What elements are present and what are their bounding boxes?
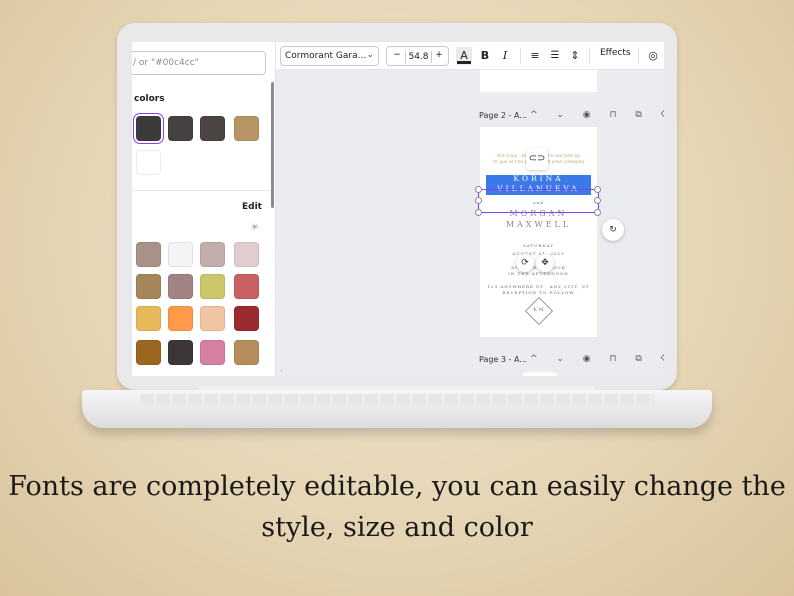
font-family-value: Cormorant Gara... bbox=[285, 51, 367, 61]
resize-handle[interactable] bbox=[594, 197, 601, 204]
text-selection-box[interactable] bbox=[478, 189, 599, 213]
bride-name-line[interactable]: KORINA bbox=[480, 174, 597, 183]
align-icon[interactable]: ≡ bbox=[528, 47, 542, 65]
page-1-preview[interactable] bbox=[480, 70, 597, 92]
page-3-controls[interactable]: ^ ⌄ ◉ ⊓ ⧉ ⌫ bbox=[530, 354, 664, 364]
resize-handle[interactable] bbox=[594, 186, 601, 193]
resize-handle[interactable] bbox=[475, 186, 482, 193]
palette-swatch[interactable] bbox=[168, 274, 193, 299]
scroll-pill[interactable] bbox=[522, 372, 558, 376]
palette-swatch[interactable] bbox=[168, 340, 193, 365]
rotate-icon[interactable]: ⟳ bbox=[516, 254, 534, 272]
palette-swatch[interactable] bbox=[168, 306, 193, 331]
animate-icon[interactable]: ◎ bbox=[646, 47, 660, 65]
font-family-dropdown[interactable]: Cormorant Gara... ⌄ bbox=[280, 46, 379, 66]
palette-edit-button[interactable]: Edit bbox=[242, 202, 262, 212]
caption: Fonts are completely editable, you can e… bbox=[0, 466, 794, 548]
color-swatch[interactable] bbox=[234, 116, 259, 141]
invitation-venue[interactable]: 123 ANYWHERE ST., ANY CITY, ST bbox=[480, 284, 597, 289]
toolbar-separator bbox=[520, 48, 521, 64]
toolbar-separator bbox=[638, 48, 639, 64]
color-swatch[interactable] bbox=[200, 116, 225, 141]
laptop-screen: / or "#00c4cc" colors Edit ✳ Cormorant G… bbox=[132, 42, 664, 376]
palette-swatch[interactable] bbox=[136, 242, 161, 267]
link-icon[interactable]: ⊂⊃ bbox=[526, 148, 548, 170]
page-3-label[interactable]: Page 3 - A... bbox=[479, 355, 527, 364]
document-colors-title: colors bbox=[134, 94, 165, 104]
panel-scrollbar[interactable] bbox=[271, 82, 274, 208]
invitation-venue[interactable]: RECEPTION TO FOLLOW bbox=[480, 290, 597, 295]
groom-name-line[interactable]: MAXWELL bbox=[480, 220, 597, 229]
move-icon[interactable]: ✥ bbox=[536, 254, 554, 272]
palette-swatch[interactable] bbox=[200, 242, 225, 267]
page-2-label[interactable]: Page 2 - A... bbox=[479, 111, 527, 120]
color-swatch[interactable] bbox=[168, 116, 193, 141]
resize-handle[interactable] bbox=[594, 209, 601, 216]
palette-swatch[interactable] bbox=[136, 340, 161, 365]
resize-handle[interactable] bbox=[475, 209, 482, 216]
palette-swatch[interactable] bbox=[234, 306, 259, 331]
design-canvas: Page 2 - A... ^ ⌄ ◉ ⊓ ⧉ ⌫ Wit h joy , to… bbox=[276, 70, 664, 376]
resize-handle[interactable] bbox=[475, 197, 482, 204]
font-size-stepper: − 54.8 + bbox=[386, 46, 449, 66]
caption-line: style, size and color bbox=[261, 512, 533, 543]
palette-swatch[interactable] bbox=[136, 306, 161, 331]
palette-swatch[interactable] bbox=[234, 274, 259, 299]
color-swatch[interactable] bbox=[136, 116, 161, 141]
spacing-icon[interactable]: ⇕ bbox=[568, 47, 582, 65]
chevron-down-icon: ⌄ bbox=[366, 50, 374, 60]
scroll-left-icon[interactable]: ‹ bbox=[280, 366, 283, 375]
text-color-button[interactable]: A bbox=[456, 47, 472, 65]
list-icon[interactable]: ☰ bbox=[548, 47, 562, 65]
palette-swatch[interactable] bbox=[234, 340, 259, 365]
decrease-size-button[interactable]: − bbox=[391, 50, 403, 60]
increase-size-button[interactable]: + bbox=[433, 50, 445, 60]
effects-button[interactable]: Effects bbox=[600, 48, 631, 58]
palette-swatch[interactable] bbox=[168, 242, 193, 267]
invitation-day[interactable]: SATURDAY bbox=[480, 243, 597, 248]
panel-divider bbox=[132, 190, 272, 191]
invitation-time[interactable]: IN THE AFTERNOON bbox=[480, 271, 597, 276]
bold-button[interactable]: B bbox=[478, 47, 492, 65]
comment-icon[interactable]: ↻ bbox=[602, 219, 624, 241]
color-panel: / or "#00c4cc" colors Edit ✳ bbox=[132, 42, 276, 376]
palette-swatch[interactable] bbox=[200, 306, 225, 331]
monogram-letters: K M bbox=[533, 307, 544, 313]
color-swatch[interactable] bbox=[136, 150, 161, 175]
palette-swatch[interactable] bbox=[136, 274, 161, 299]
italic-button[interactable]: I bbox=[498, 47, 512, 65]
palette-swatch[interactable] bbox=[234, 242, 259, 267]
palette-swatch[interactable] bbox=[200, 340, 225, 365]
toolbar-separator bbox=[589, 48, 590, 64]
sparkle-icon: ✳ bbox=[251, 223, 259, 233]
font-size-input[interactable]: 54.8 bbox=[405, 51, 432, 63]
text-color-bar bbox=[457, 61, 471, 64]
palette-swatch[interactable] bbox=[200, 274, 225, 299]
laptop-keyboard bbox=[140, 394, 654, 404]
color-search-input[interactable]: / or "#00c4cc" bbox=[132, 51, 266, 75]
text-toolbar: Cormorant Gara... ⌄ − 54.8 + A B I ≡ ☰ ⇕… bbox=[276, 42, 664, 70]
caption-line: Fonts are completely editable, you can e… bbox=[8, 471, 786, 502]
page-2-controls[interactable]: ^ ⌄ ◉ ⊓ ⧉ ⌫ bbox=[530, 110, 664, 120]
